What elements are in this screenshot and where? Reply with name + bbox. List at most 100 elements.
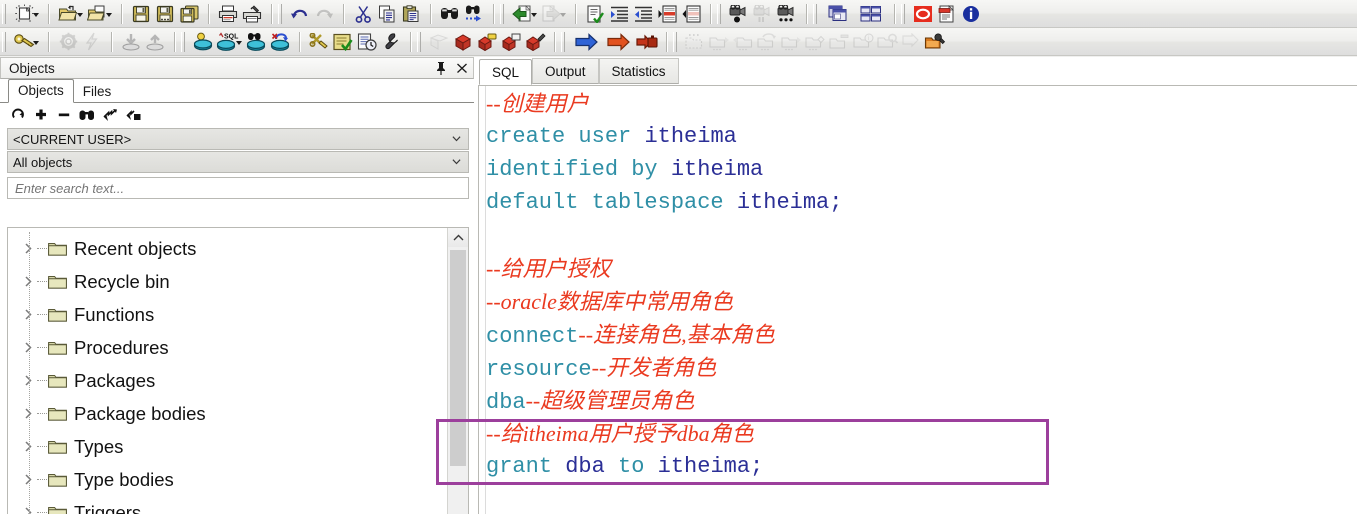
paste-button[interactable] bbox=[399, 2, 423, 25]
redo-button[interactable] bbox=[312, 2, 336, 25]
report-blank-button[interactable] bbox=[427, 30, 451, 53]
comment-button[interactable] bbox=[655, 2, 679, 25]
cut-button[interactable] bbox=[351, 2, 375, 25]
toolbar-grip[interactable] bbox=[2, 3, 6, 24]
tab-sql[interactable]: SQL bbox=[479, 59, 533, 85]
sql-code-text[interactable]: --创建用户 create user itheima identified by… bbox=[486, 86, 1357, 514]
export-tables-button[interactable] bbox=[143, 30, 167, 53]
reopen-file-button[interactable] bbox=[85, 2, 109, 25]
find-next-button[interactable] bbox=[462, 2, 486, 25]
scrollbar-up-button[interactable] bbox=[448, 228, 468, 247]
execute-step-button[interactable] bbox=[603, 30, 635, 53]
tree-item-types[interactable]: Types bbox=[8, 430, 447, 463]
project-build-button[interactable] bbox=[827, 30, 851, 53]
tab-output[interactable]: Output bbox=[532, 58, 599, 84]
remove-button[interactable] bbox=[55, 106, 73, 124]
print-button[interactable] bbox=[216, 2, 240, 25]
project-check-button[interactable] bbox=[875, 30, 899, 53]
project-new-button[interactable] bbox=[683, 30, 707, 53]
tree-item-recent-objects[interactable]: Recent objects bbox=[8, 232, 447, 265]
report-yellow-button[interactable] bbox=[475, 30, 499, 53]
unindent-button[interactable] bbox=[631, 2, 655, 25]
tree-item-type-bodies[interactable]: Type bodies bbox=[8, 463, 447, 496]
add-button[interactable] bbox=[32, 106, 50, 124]
report-red-button[interactable] bbox=[451, 30, 475, 53]
uncomment-button[interactable] bbox=[679, 2, 703, 25]
export-html-button[interactable] bbox=[911, 2, 935, 25]
scrollbar-thumb[interactable] bbox=[450, 250, 466, 466]
sql-code-area[interactable]: --创建用户 create user itheima identified by… bbox=[478, 85, 1357, 514]
compile-invalid-button[interactable] bbox=[307, 30, 331, 53]
undo-button[interactable] bbox=[288, 2, 312, 25]
tab-objects[interactable]: Objects bbox=[8, 79, 74, 103]
objects-tree-scrollbar[interactable] bbox=[447, 228, 468, 514]
indent-button[interactable] bbox=[607, 2, 631, 25]
toolbar-grip[interactable] bbox=[181, 31, 185, 52]
save-as-button[interactable] bbox=[153, 2, 177, 25]
project-add-button[interactable] bbox=[779, 30, 803, 53]
tab-statistics[interactable]: Statistics bbox=[598, 58, 679, 84]
new-sql-window-button[interactable] bbox=[191, 30, 215, 53]
toolbar-grip[interactable] bbox=[278, 3, 282, 24]
search-input[interactable] bbox=[13, 179, 468, 197]
preferences-button[interactable] bbox=[379, 30, 403, 53]
break-button[interactable] bbox=[80, 30, 104, 53]
tree-item-triggers[interactable]: Triggers bbox=[8, 496, 447, 514]
toolbar-grip[interactable] bbox=[2, 31, 6, 52]
previous-button[interactable] bbox=[510, 2, 534, 25]
report-edit-button[interactable] bbox=[523, 30, 547, 53]
stop-button[interactable] bbox=[635, 30, 659, 53]
pause-macro-button[interactable] bbox=[751, 2, 775, 25]
browse-db-button[interactable] bbox=[244, 30, 268, 53]
project-remove-button[interactable] bbox=[803, 30, 827, 53]
project-open-button[interactable] bbox=[707, 30, 731, 53]
test-script-button[interactable] bbox=[331, 30, 355, 53]
play-macro-button[interactable] bbox=[775, 2, 799, 25]
session-settings-button[interactable] bbox=[56, 30, 80, 53]
tab-files[interactable]: Files bbox=[74, 81, 121, 103]
session-history-button[interactable] bbox=[355, 30, 379, 53]
tree-item-procedures[interactable]: Procedures bbox=[8, 331, 447, 364]
project-compile-button[interactable]: i bbox=[851, 30, 875, 53]
tree-item-recycle-bin[interactable]: Recycle bin bbox=[8, 265, 447, 298]
find-button[interactable] bbox=[78, 106, 96, 124]
toolbar-grip[interactable] bbox=[901, 3, 905, 24]
toolbar-grip[interactable] bbox=[717, 3, 721, 24]
tree-item-package-bodies[interactable]: Package bodies bbox=[8, 397, 447, 430]
filter-button[interactable] bbox=[101, 106, 119, 124]
cascade-windows-button[interactable] bbox=[823, 2, 855, 25]
report-copy-button[interactable] bbox=[499, 30, 523, 53]
project-more-button[interactable] bbox=[899, 30, 923, 53]
tree-item-packages[interactable]: Packages bbox=[8, 364, 447, 397]
export-pdf-button[interactable] bbox=[935, 2, 959, 25]
record-macro-button[interactable] bbox=[727, 2, 751, 25]
tree-item-functions[interactable]: Functions bbox=[8, 298, 447, 331]
open-file-button[interactable] bbox=[56, 2, 80, 25]
save-all-button[interactable] bbox=[177, 2, 201, 25]
about-button[interactable] bbox=[959, 2, 983, 25]
execute-button[interactable] bbox=[571, 30, 603, 53]
project-save-button[interactable] bbox=[731, 30, 755, 53]
check-syntax-button[interactable] bbox=[583, 2, 607, 25]
project-close-button[interactable] bbox=[755, 30, 779, 53]
copy-button[interactable] bbox=[375, 2, 399, 25]
save-button[interactable] bbox=[129, 2, 153, 25]
toolbar-grip[interactable] bbox=[561, 31, 565, 52]
search-input-wrapper[interactable] bbox=[7, 177, 469, 199]
object-type-select[interactable]: All objects bbox=[7, 151, 469, 173]
filter-folder-button[interactable] bbox=[124, 106, 142, 124]
import-tables-button[interactable] bbox=[119, 30, 143, 53]
tile-windows-button[interactable] bbox=[855, 2, 887, 25]
find-button[interactable] bbox=[438, 2, 462, 25]
rollback-button[interactable] bbox=[268, 30, 292, 53]
login-button[interactable] bbox=[12, 30, 36, 53]
print-setup-button[interactable] bbox=[240, 2, 264, 25]
project-options-button[interactable] bbox=[923, 30, 947, 53]
toolbar-grip[interactable] bbox=[500, 3, 504, 24]
pin-icon[interactable] bbox=[435, 61, 447, 75]
close-icon[interactable] bbox=[456, 61, 468, 75]
new-object-button[interactable] bbox=[12, 2, 36, 25]
toolbar-grip[interactable] bbox=[417, 31, 421, 52]
toolbar-grip[interactable] bbox=[813, 3, 817, 24]
new-window-button[interactable]: SQL bbox=[215, 30, 239, 53]
